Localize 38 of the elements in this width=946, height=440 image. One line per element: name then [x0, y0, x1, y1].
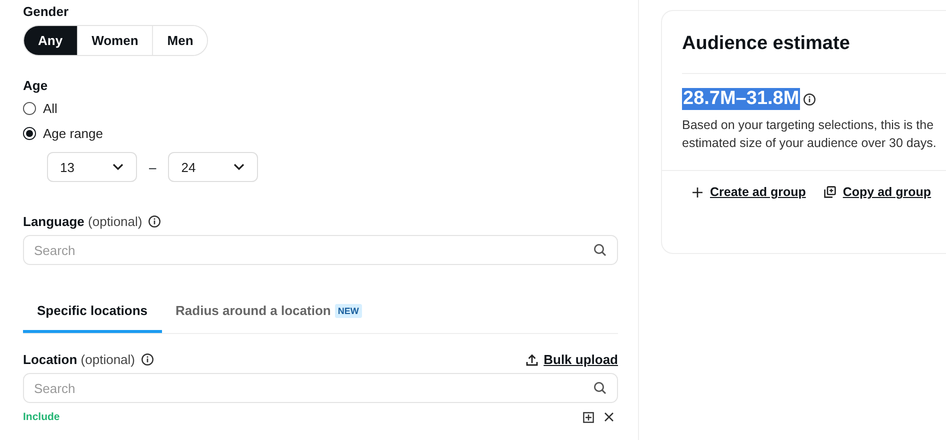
add-icon[interactable]	[583, 412, 594, 422]
plus-icon	[692, 186, 703, 198]
radio-label: All	[43, 101, 58, 116]
action-link[interactable]: Create ad group	[692, 185, 806, 199]
chevron-down-icon	[112, 163, 124, 171]
field-label: Location (optional)	[23, 352, 135, 367]
info-icon	[803, 92, 816, 106]
audience-range: 28.7M–31.8M	[682, 88, 800, 110]
chevron-down-icon	[233, 163, 246, 171]
radio-option[interactable]: Age range	[23, 124, 103, 143]
range-separator: –	[149, 160, 156, 174]
age-dropdown[interactable]: 13	[47, 152, 137, 182]
search-icon	[593, 243, 607, 257]
tab[interactable]: Specific locations	[23, 293, 162, 333]
search-field[interactable]: Search	[23, 373, 618, 403]
info-icon	[148, 215, 162, 228]
upload-icon	[526, 354, 538, 366]
field-label: Gender	[23, 4, 70, 19]
field-label: Language (optional)	[23, 214, 142, 229]
radio-button[interactable]	[23, 127, 36, 140]
estimate-description: Based on your targeting selections, this is the estimated size of your audience over 30 days.	[682, 117, 937, 152]
age-dropdown[interactable]: 24	[168, 152, 258, 182]
new-badge: NEW	[334, 304, 362, 318]
search-icon	[593, 381, 607, 395]
bulk-upload-link[interactable]: Bulk upload	[526, 352, 618, 367]
radio-button[interactable]	[23, 102, 36, 115]
field-label: Age	[23, 78, 49, 93]
segment-option[interactable]: Any	[24, 26, 78, 55]
close-icon[interactable]	[604, 412, 614, 422]
include-label: Include	[23, 411, 60, 423]
action-link[interactable]: Copy ad group	[824, 185, 932, 199]
search-field[interactable]: Search	[23, 235, 618, 265]
info-icon	[141, 353, 154, 366]
copy-icon	[824, 186, 836, 198]
tab[interactable]: Radius around a location NEW	[162, 293, 376, 333]
radio-label: Age range	[43, 126, 103, 141]
radio-option[interactable]: All	[23, 99, 58, 118]
card-title: Audience estimate	[682, 11, 946, 74]
